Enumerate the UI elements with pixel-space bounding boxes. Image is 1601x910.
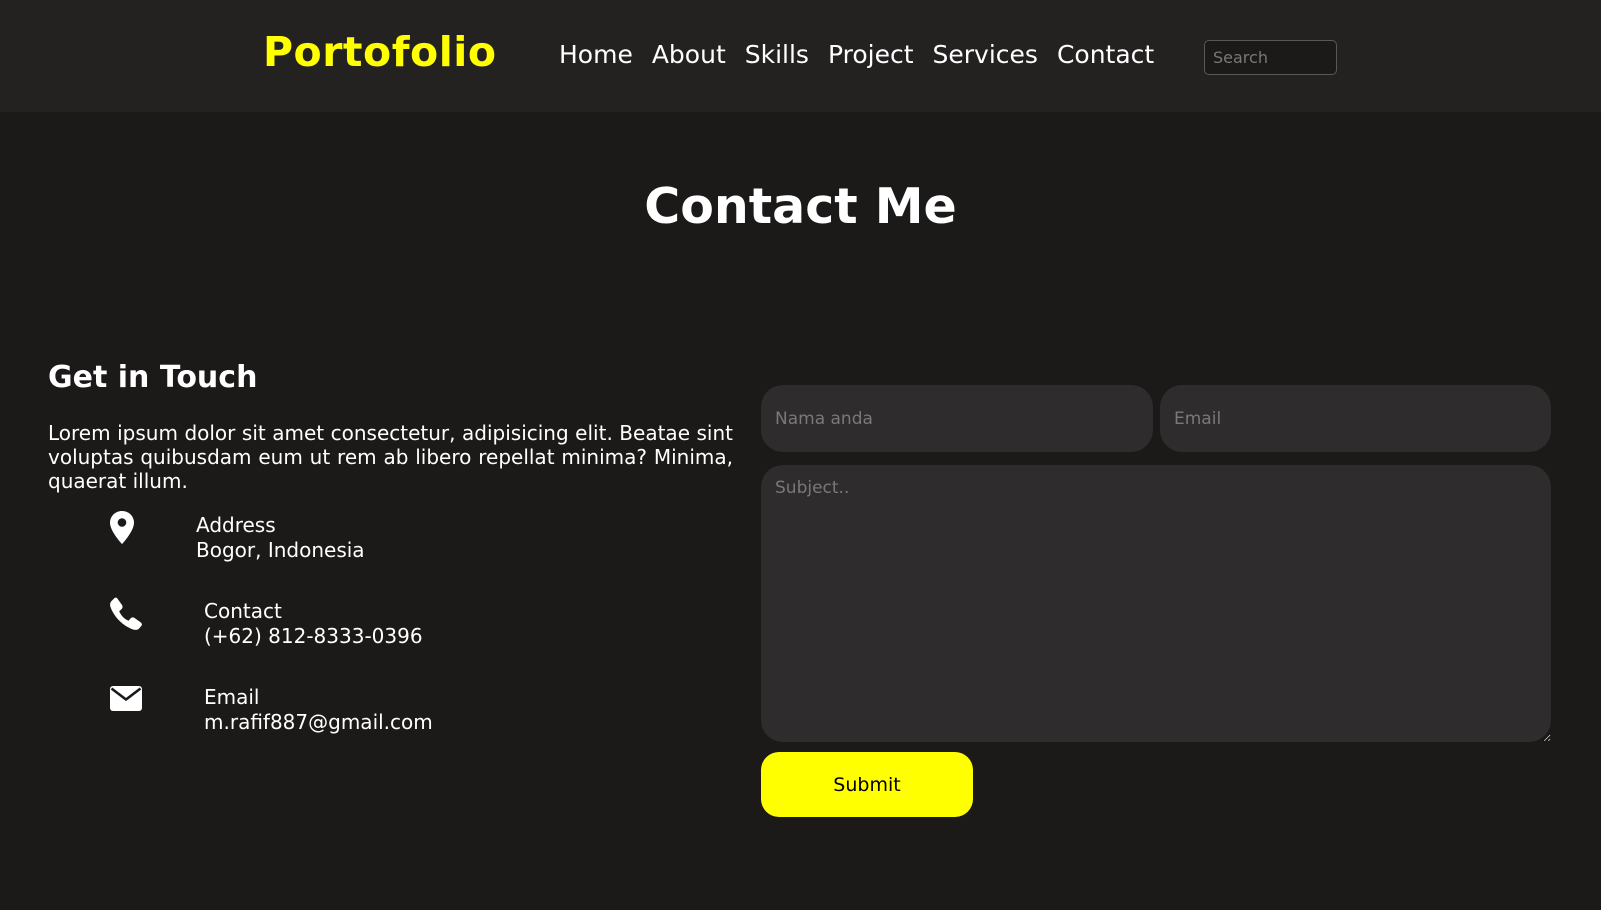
subject-textarea[interactable]	[761, 465, 1551, 742]
info-contact-value: (+62) 812-8333-0396	[204, 623, 423, 648]
get-in-touch-description: Lorem ipsum dolor sit amet consectetur, …	[48, 421, 733, 493]
nav-link-project[interactable]: Project	[828, 40, 914, 69]
info-address-label: Address	[196, 513, 276, 537]
brand-logo[interactable]: Portofolio	[263, 28, 496, 76]
info-address-text: Address Bogor, Indonesia	[196, 513, 365, 562]
name-input[interactable]	[761, 385, 1153, 452]
info-address-value: Bogor, Indonesia	[196, 537, 365, 562]
get-in-touch-section: Get in Touch Lorem ipsum dolor sit amet …	[48, 360, 733, 493]
info-email-text: Email m.rafif887@gmail.com	[204, 685, 433, 734]
email-input[interactable]	[1160, 385, 1551, 452]
navbar: Portofolio Home About Skills Project Ser…	[0, 0, 1601, 112]
page-title: Contact Me	[644, 178, 957, 235]
nav-link-home[interactable]: Home	[559, 40, 633, 69]
map-pin-icon	[110, 511, 134, 548]
info-email-label: Email	[204, 685, 260, 709]
phone-icon	[110, 597, 142, 634]
nav-link-skills[interactable]: Skills	[745, 40, 809, 69]
nav-links: Home About Skills Project Services Conta…	[559, 40, 1154, 69]
nav-link-contact[interactable]: Contact	[1057, 40, 1154, 69]
search-input[interactable]	[1204, 40, 1337, 75]
info-contact-text: Contact (+62) 812-8333-0396	[204, 599, 423, 648]
envelope-icon	[110, 686, 142, 715]
info-email-value: m.rafif887@gmail.com	[204, 709, 433, 734]
nav-link-services[interactable]: Services	[933, 40, 1038, 69]
info-contact-label: Contact	[204, 599, 282, 623]
submit-button[interactable]: Submit	[761, 752, 973, 817]
get-in-touch-title: Get in Touch	[48, 360, 258, 395]
nav-link-about[interactable]: About	[652, 40, 726, 69]
